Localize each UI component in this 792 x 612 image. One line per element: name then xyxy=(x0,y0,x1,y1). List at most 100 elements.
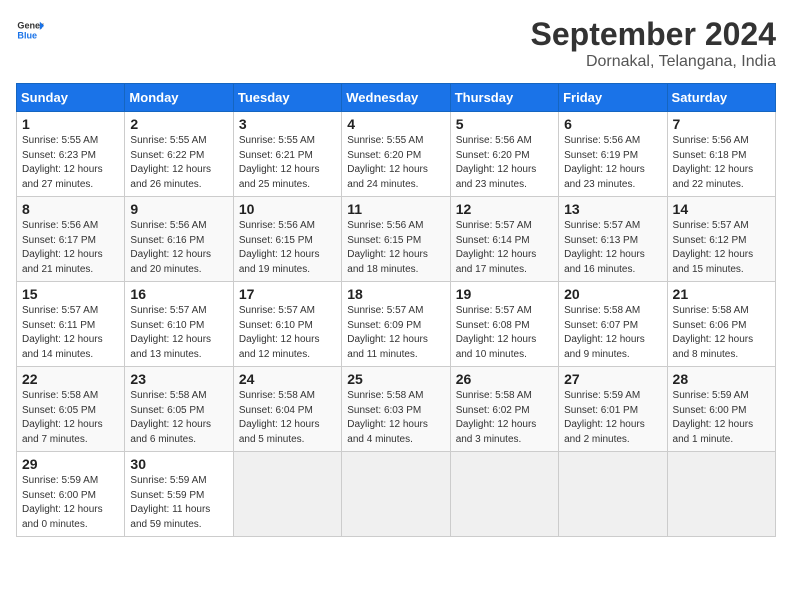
day-info: Sunrise: 5:58 AMSunset: 6:07 PMDaylight:… xyxy=(564,304,661,362)
day-number: 16 xyxy=(130,286,227,302)
day-number: 30 xyxy=(130,456,227,472)
calendar-table: Sunday Monday Tuesday Wednesday Thursday… xyxy=(16,83,776,537)
table-row: 1 Sunrise: 5:55 AMSunset: 6:23 PMDaylight… xyxy=(17,112,776,197)
title-block: September 2024 Dornakal, Telangana, Indi… xyxy=(531,16,776,71)
table-cell: 25 Sunrise: 5:58 AMSunset: 6:03 PMDayligh… xyxy=(342,367,450,452)
day-info: Sunrise: 5:57 AMSunset: 6:08 PMDaylight:… xyxy=(456,304,553,362)
col-tuesday: Tuesday xyxy=(233,84,341,112)
day-info: Sunrise: 5:59 AMSunset: 6:00 PMDaylight:… xyxy=(673,389,770,447)
table-cell: 28Sunrise: 5:59 AMSunset: 6:00 PMDayligh… xyxy=(667,367,775,452)
day-info: Sunrise: 5:55 AMSunset: 6:20 PMDaylight:… xyxy=(347,134,444,192)
table-cell: 9Sunrise: 5:56 AMSunset: 6:16 PMDaylight… xyxy=(125,197,233,282)
table-cell: 23 Sunrise: 5:58 AMSunset: 6:05 PMDayligh… xyxy=(125,367,233,452)
table-cell: 26Sunrise: 5:58 AMSunset: 6:02 PMDayligh… xyxy=(450,367,558,452)
logo-icon: General Blue xyxy=(16,16,44,44)
table-cell xyxy=(667,452,775,537)
day-number: 9 xyxy=(130,201,227,217)
day-info: Sunrise: 5:56 AMSunset: 6:17 PMDaylight:… xyxy=(22,219,119,277)
day-info: Sunrise: 5:56 AMSunset: 6:19 PMDaylight:… xyxy=(564,134,661,192)
table-cell: 8Sunrise: 5:56 AMSunset: 6:17 PMDaylight… xyxy=(17,197,125,282)
col-sunday: Sunday xyxy=(17,84,125,112)
day-number: 23 xyxy=(130,371,227,387)
table-cell: 11 Sunrise: 5:56 AMSunset: 6:15 PMDayligh… xyxy=(342,197,450,282)
day-number: 18 xyxy=(347,286,444,302)
table-cell: 21 Sunrise: 5:58 AMSunset: 6:06 PMDayligh… xyxy=(667,282,775,367)
day-info: Sunrise: 5:55 AMSunset: 6:23 PMDaylight:… xyxy=(22,134,119,192)
table-row: 29 Sunrise: 5:59 AMSunset: 6:00 PMDayligh… xyxy=(17,452,776,537)
day-number: 29 xyxy=(22,456,119,472)
header-row: Sunday Monday Tuesday Wednesday Thursday… xyxy=(17,84,776,112)
table-cell: 10Sunrise: 5:56 AMSunset: 6:15 PMDayligh… xyxy=(233,197,341,282)
table-cell: 6 Sunrise: 5:56 AMSunset: 6:19 PMDaylight… xyxy=(559,112,667,197)
day-number: 6 xyxy=(564,116,661,132)
day-number: 25 xyxy=(347,371,444,387)
day-info: Sunrise: 5:57 AMSunset: 6:12 PMDaylight:… xyxy=(673,219,770,277)
table-row: 15 Sunrise: 5:57 AMSunset: 6:11 PMDayligh… xyxy=(17,282,776,367)
day-number: 11 xyxy=(347,201,444,217)
page-header: General Blue September 2024 Dornakal, Te… xyxy=(16,16,776,71)
table-cell: 17 Sunrise: 5:57 AMSunset: 6:10 PMDayligh… xyxy=(233,282,341,367)
table-cell: 24Sunrise: 5:58 AMSunset: 6:04 PMDayligh… xyxy=(233,367,341,452)
day-number: 12 xyxy=(456,201,553,217)
day-number: 17 xyxy=(239,286,336,302)
col-wednesday: Wednesday xyxy=(342,84,450,112)
day-number: 20 xyxy=(564,286,661,302)
table-cell: 16Sunrise: 5:57 AMSunset: 6:10 PMDayligh… xyxy=(125,282,233,367)
table-cell: 3Sunrise: 5:55 AMSunset: 6:21 PMDaylight… xyxy=(233,112,341,197)
day-number: 27 xyxy=(564,371,661,387)
day-info: Sunrise: 5:57 AMSunset: 6:14 PMDaylight:… xyxy=(456,219,553,277)
day-number: 15 xyxy=(22,286,119,302)
table-cell: 7 Sunrise: 5:56 AMSunset: 6:18 PMDaylight… xyxy=(667,112,775,197)
day-info: Sunrise: 5:58 AMSunset: 6:06 PMDaylight:… xyxy=(673,304,770,362)
col-friday: Friday xyxy=(559,84,667,112)
day-info: Sunrise: 5:58 AMSunset: 6:03 PMDaylight:… xyxy=(347,389,444,447)
day-info: Sunrise: 5:56 AMSunset: 6:18 PMDaylight:… xyxy=(673,134,770,192)
day-number: 2 xyxy=(130,116,227,132)
month-title: September 2024 xyxy=(531,16,776,53)
day-info: Sunrise: 5:58 AMSunset: 6:02 PMDaylight:… xyxy=(456,389,553,447)
table-cell: 4Sunrise: 5:55 AMSunset: 6:20 PMDaylight… xyxy=(342,112,450,197)
table-row: 8Sunrise: 5:56 AMSunset: 6:17 PMDaylight… xyxy=(17,197,776,282)
day-number: 5 xyxy=(456,116,553,132)
col-saturday: Saturday xyxy=(667,84,775,112)
day-info: Sunrise: 5:56 AMSunset: 6:15 PMDaylight:… xyxy=(239,219,336,277)
day-info: Sunrise: 5:59 AMSunset: 6:01 PMDaylight:… xyxy=(564,389,661,447)
table-cell: 29 Sunrise: 5:59 AMSunset: 6:00 PMDayligh… xyxy=(17,452,125,537)
day-info: Sunrise: 5:58 AMSunset: 6:05 PMDaylight:… xyxy=(22,389,119,447)
location-subtitle: Dornakal, Telangana, India xyxy=(531,53,776,71)
day-number: 7 xyxy=(673,116,770,132)
table-cell: 19 Sunrise: 5:57 AMSunset: 6:08 PMDayligh… xyxy=(450,282,558,367)
day-info: Sunrise: 5:59 AMSunset: 5:59 PMDaylight:… xyxy=(130,474,227,532)
table-cell: 2Sunrise: 5:55 AMSunset: 6:22 PMDaylight… xyxy=(125,112,233,197)
col-monday: Monday xyxy=(125,84,233,112)
table-cell: 18 Sunrise: 5:57 AMSunset: 6:09 PMDayligh… xyxy=(342,282,450,367)
table-cell: 30 Sunrise: 5:59 AMSunset: 5:59 PMDayligh… xyxy=(125,452,233,537)
day-number: 19 xyxy=(456,286,553,302)
day-number: 21 xyxy=(673,286,770,302)
day-info: Sunrise: 5:57 AMSunset: 6:09 PMDaylight:… xyxy=(347,304,444,362)
table-cell: 15 Sunrise: 5:57 AMSunset: 6:11 PMDayligh… xyxy=(17,282,125,367)
table-row: 22 Sunrise: 5:58 AMSunset: 6:05 PMDayligh… xyxy=(17,367,776,452)
day-number: 13 xyxy=(564,201,661,217)
svg-text:Blue: Blue xyxy=(17,30,37,40)
table-cell: 22 Sunrise: 5:58 AMSunset: 6:05 PMDayligh… xyxy=(17,367,125,452)
table-cell xyxy=(342,452,450,537)
day-info: Sunrise: 5:59 AMSunset: 6:00 PMDaylight:… xyxy=(22,474,119,532)
calendar-body: 1 Sunrise: 5:55 AMSunset: 6:23 PMDaylight… xyxy=(17,112,776,537)
day-info: Sunrise: 5:57 AMSunset: 6:10 PMDaylight:… xyxy=(239,304,336,362)
table-cell: 13Sunrise: 5:57 AMSunset: 6:13 PMDayligh… xyxy=(559,197,667,282)
day-info: Sunrise: 5:57 AMSunset: 6:11 PMDaylight:… xyxy=(22,304,119,362)
day-info: Sunrise: 5:58 AMSunset: 6:05 PMDaylight:… xyxy=(130,389,227,447)
table-cell: 5Sunrise: 5:56 AMSunset: 6:20 PMDaylight… xyxy=(450,112,558,197)
day-info: Sunrise: 5:56 AMSunset: 6:15 PMDaylight:… xyxy=(347,219,444,277)
table-cell: 27 Sunrise: 5:59 AMSunset: 6:01 PMDayligh… xyxy=(559,367,667,452)
day-number: 14 xyxy=(673,201,770,217)
day-number: 22 xyxy=(22,371,119,387)
table-cell xyxy=(233,452,341,537)
table-cell: 12 Sunrise: 5:57 AMSunset: 6:14 PMDayligh… xyxy=(450,197,558,282)
table-cell xyxy=(450,452,558,537)
day-info: Sunrise: 5:55 AMSunset: 6:21 PMDaylight:… xyxy=(239,134,336,192)
logo: General Blue xyxy=(16,16,44,44)
table-cell: 1 Sunrise: 5:55 AMSunset: 6:23 PMDaylight… xyxy=(17,112,125,197)
day-number: 1 xyxy=(22,116,119,132)
